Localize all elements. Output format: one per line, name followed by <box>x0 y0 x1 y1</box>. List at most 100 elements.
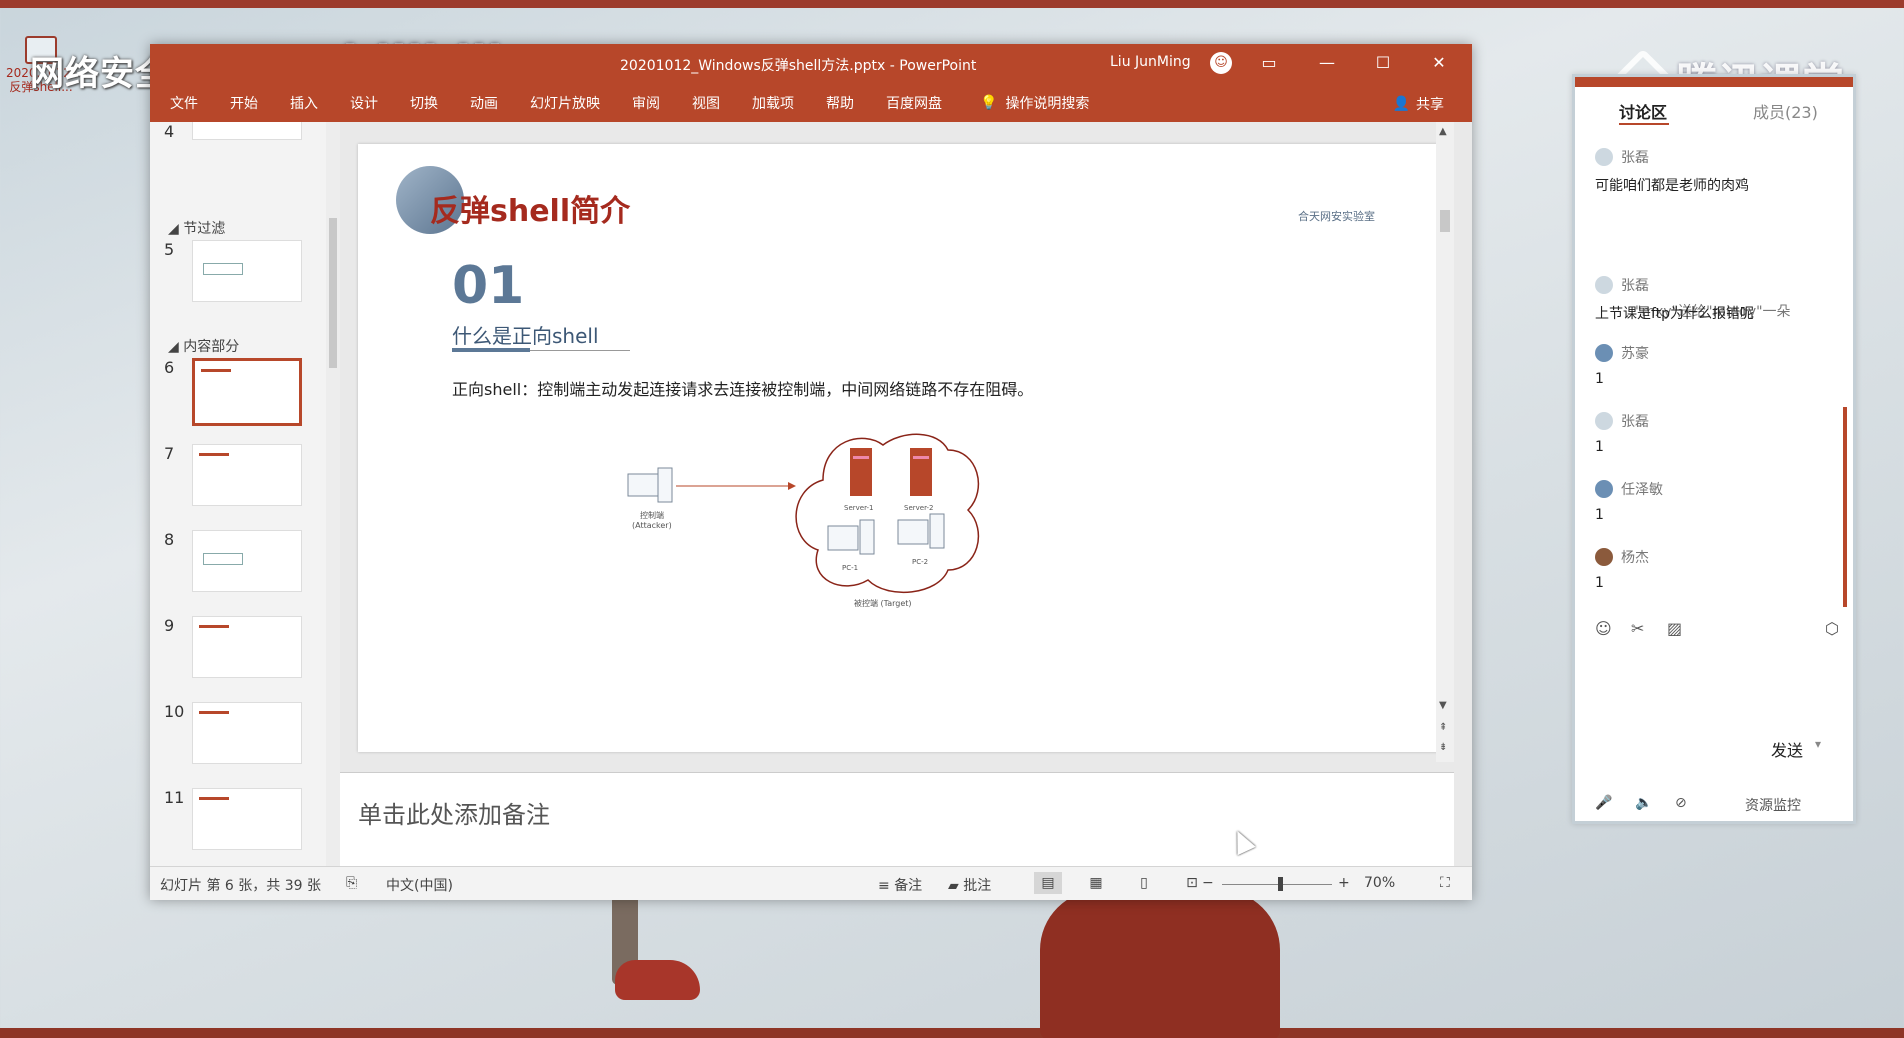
minimize-button[interactable]: — <box>1310 50 1344 76</box>
chat-panel: 讨论区 成员(23) 张磊 可能咱们都是老师的肉鸡 "mxy"送给"mingy"… <box>1572 74 1856 824</box>
tab-file[interactable]: 文件 <box>170 93 198 113</box>
network-diagram[interactable]: 控制端 (Attacker) Server-1 Server-2 PC-1 PC… <box>618 430 1038 650</box>
message-text: 1 <box>1595 371 1604 387</box>
zoom-in-button[interactable]: + <box>1338 875 1350 891</box>
section-header-content[interactable]: ◢ 内容部分 <box>168 336 239 356</box>
tab-home[interactable]: 开始 <box>230 93 258 113</box>
slide-thumbnail[interactable] <box>192 788 302 850</box>
message-text: 1 <box>1595 439 1604 455</box>
zoom-out-button[interactable]: − <box>1202 875 1214 891</box>
fit-to-window-icon[interactable]: ⛶ <box>1440 875 1450 891</box>
settings-icon[interactable]: ⬡ <box>1825 619 1839 638</box>
slide-title[interactable]: 反弹shell简介 <box>430 186 630 230</box>
send-options-chevron-icon[interactable]: ▾ <box>1815 737 1821 751</box>
thumbnail-scrollbar[interactable] <box>326 122 340 866</box>
user-name[interactable]: Liu JunMing <box>1110 54 1191 70</box>
slide-body-text[interactable]: 正向shell：控制端主动发起连接请求去连接被控制端，中间网络链路不存在阻碍。 <box>452 376 1033 400</box>
notes-pane[interactable]: 单击此处添加备注 <box>340 772 1454 866</box>
message-user: 张磊 <box>1621 150 1649 166</box>
zoom-slider-thumb[interactable] <box>1278 877 1284 891</box>
tab-baidu-netdisk[interactable]: 百度网盘 <box>886 93 942 113</box>
scroll-up-icon[interactable]: ▲ <box>1439 126 1447 137</box>
next-slide-icon[interactable]: ⇟ <box>1439 742 1447 753</box>
slide-scrollbar[interactable]: ▲ ▼ ⇞ ⇟ <box>1436 122 1454 762</box>
slide-thumbnail[interactable] <box>192 444 302 506</box>
share-button[interactable]: 👤 共享 <box>1393 94 1444 114</box>
chat-message: 杨杰 1 <box>1595 547 1845 591</box>
maximize-button[interactable]: ☐ <box>1366 50 1400 76</box>
message-user: 张磊 <box>1621 414 1649 430</box>
message-text: 上节课是ftp为什么报错呢 <box>1595 306 1755 322</box>
image-icon[interactable]: ▨ <box>1667 619 1682 638</box>
message-user: 任泽敏 <box>1621 482 1663 498</box>
slide-thumbnail[interactable] <box>192 240 302 302</box>
send-button[interactable]: 发送 <box>1771 737 1803 761</box>
tell-me-search[interactable]: 💡 操作说明搜索 <box>980 93 1089 113</box>
user-avatar <box>1595 276 1613 294</box>
slide-number: 11 <box>164 788 185 807</box>
notes-icon: ≡ <box>878 878 895 894</box>
thumbnail-title-bar <box>199 453 229 456</box>
pc-1-label: PC-1 <box>842 564 858 572</box>
zoom-slider[interactable] <box>1222 884 1332 885</box>
slide-thumbnail[interactable] <box>192 122 302 140</box>
scroll-down-icon[interactable]: ▼ <box>1439 700 1447 711</box>
tab-view[interactable]: 视图 <box>692 93 720 113</box>
ribbon-tabs: 文件 开始 插入 设计 切换 动画 幻灯片放映 审阅 视图 加载项 帮助 百度网… <box>150 84 1472 122</box>
mute-icon[interactable]: ⊘ <box>1675 795 1687 811</box>
server-1-icon <box>850 448 872 496</box>
close-button[interactable]: ✕ <box>1422 50 1456 76</box>
slide-canvas[interactable]: 反弹shell简介 合天网安实验室 01 什么是正向shell 正向shell：… <box>358 144 1438 752</box>
desktop-wallpaper-shoe <box>615 960 700 1000</box>
chat-scrollbar[interactable] <box>1843 407 1847 607</box>
slide-sorter-view-icon[interactable]: ▦ <box>1082 872 1110 894</box>
tab-discussion[interactable]: 讨论区 <box>1619 99 1667 123</box>
microphone-icon[interactable]: 🎤 <box>1595 795 1612 811</box>
tab-design[interactable]: 设计 <box>350 93 378 113</box>
tab-members[interactable]: 成员(23) <box>1753 99 1818 123</box>
ribbon-display-options-button[interactable]: ▭ <box>1252 50 1286 76</box>
language-indicator[interactable]: 中文(中国) <box>386 875 453 895</box>
lightbulb-icon: 💡 <box>980 95 998 111</box>
tab-addins[interactable]: 加载项 <box>752 93 794 113</box>
comments-button[interactable]: ▰ 批注 <box>948 875 991 895</box>
slide-thumbnail[interactable] <box>192 616 302 678</box>
scrollbar-thumb[interactable] <box>1440 210 1450 232</box>
desktop-wallpaper-figure <box>1040 890 1280 1038</box>
normal-view-icon[interactable]: ▤ <box>1034 872 1062 894</box>
comments-label: 批注 <box>963 878 992 894</box>
section-header-filter[interactable]: ◢ 节过滤 <box>168 218 225 238</box>
tab-transitions[interactable]: 切换 <box>410 93 438 113</box>
slide-number: 4 <box>164 122 175 141</box>
section-number[interactable]: 01 <box>452 256 524 316</box>
tab-help[interactable]: 帮助 <box>826 93 854 113</box>
resource-monitor-label[interactable]: 资源监控 <box>1745 795 1801 815</box>
tab-animations[interactable]: 动画 <box>470 93 498 113</box>
user-avatar-icon[interactable]: ☺ <box>1210 52 1232 74</box>
zoom-level[interactable]: 70% <box>1364 875 1395 891</box>
slide-thumbnail[interactable] <box>192 702 302 764</box>
slide-thumbnail-selected[interactable] <box>192 358 302 426</box>
notes-button[interactable]: ≡ 备注 <box>878 875 922 895</box>
slide-thumbnail-pane[interactable]: 4 ◢ 节过滤 5 ◢ 内容部分 6 7 8 9 10 11 <box>150 122 340 866</box>
slide-logo: 合天网安实验室 <box>1298 210 1375 223</box>
scrollbar-thumb[interactable] <box>329 218 337 368</box>
tab-insert[interactable]: 插入 <box>290 93 318 113</box>
section-label: 节过滤 <box>183 221 226 237</box>
previous-slide-icon[interactable]: ⇞ <box>1439 722 1447 733</box>
user-avatar <box>1595 480 1613 498</box>
emoji-icon[interactable]: ☺ <box>1595 619 1612 638</box>
tab-review[interactable]: 审阅 <box>632 93 660 113</box>
slide-subtitle[interactable]: 什么是正向shell <box>452 320 599 349</box>
tab-slideshow[interactable]: 幻灯片放映 <box>530 93 600 113</box>
scissors-icon[interactable]: ✂ <box>1631 619 1644 638</box>
collapse-icon: ◢ <box>168 221 184 237</box>
status-bar: 幻灯片 第 6 张，共 39 张 ⎘ 中文(中国) ≡ 备注 ▰ 批注 ▤ ▦ … <box>150 866 1472 900</box>
collapse-icon: ◢ <box>168 339 184 355</box>
slide-thumbnail[interactable] <box>192 530 302 592</box>
speaker-icon[interactable]: 🔈 <box>1635 795 1652 811</box>
reading-view-icon[interactable]: ▯ <box>1130 872 1158 894</box>
accessibility-icon[interactable]: ⎘ <box>346 875 357 891</box>
slide-editor: 反弹shell简介 合天网安实验室 01 什么是正向shell 正向shell：… <box>340 122 1454 762</box>
notes-placeholder: 单击此处添加备注 <box>358 801 550 829</box>
